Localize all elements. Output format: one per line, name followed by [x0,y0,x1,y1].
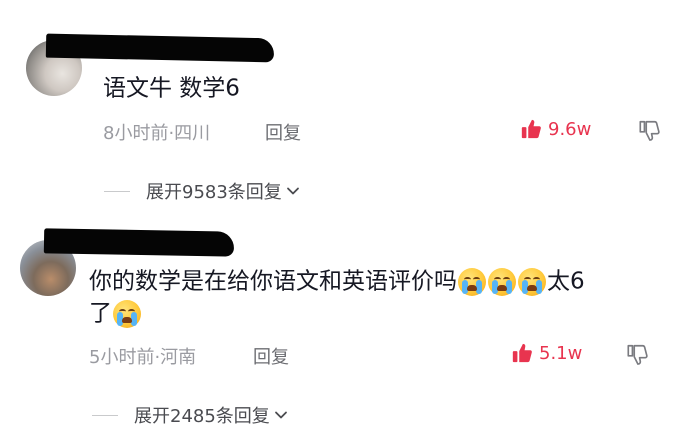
chevron-down-icon [274,411,287,419]
divider-line [92,414,118,416]
comment-timestamp-location: 5小时前·河南 [89,347,197,368]
like-count: 5.1w [539,342,583,364]
comment-1: 语文牛 数学6 8小时前·四川 回复 9.6w 展开9583条回复 [0,0,690,215]
divider-line [104,190,130,192]
thumbs-up-icon [512,343,532,363]
like-button[interactable]: 9.6w [520,118,591,140]
thumbs-down-icon[interactable] [638,119,660,141]
reply-button[interactable]: 回复 [253,343,289,369]
comment-timestamp-location: 8小时前·四川 [103,123,211,144]
expand-replies[interactable]: 展开9583条回复 [104,178,301,204]
crying-face-emoji [458,267,486,296]
thumbs-down-icon[interactable] [626,343,648,365]
crying-face-emoji [518,267,546,296]
expand-replies-label: 展开2485条回复 [134,406,270,427]
comment-text: 你的数学是在给你语文和英语评价吗 太6 [89,267,585,296]
redacted-username [45,33,275,63]
comment-2: 你的数学是在给你语文和英语评价吗 太6 了 5小时前·河南 回复 5.1w 展开2… [0,215,690,436]
like-button[interactable]: 5.1w [511,342,582,364]
expand-replies[interactable]: 展开2485条回复 [92,402,289,428]
thumbs-up-icon [521,119,541,139]
crying-face-emoji [488,267,516,296]
expand-replies-label: 展开9583条回复 [146,182,282,203]
reply-button[interactable]: 回复 [265,119,301,145]
redacted-username [43,228,235,257]
crying-face-emoji [113,299,141,328]
comment-text-line2: 了 [89,297,142,330]
chevron-down-icon [286,187,299,195]
like-count: 9.6w [548,118,592,140]
comment-text: 语文牛 数学6 [103,75,240,102]
